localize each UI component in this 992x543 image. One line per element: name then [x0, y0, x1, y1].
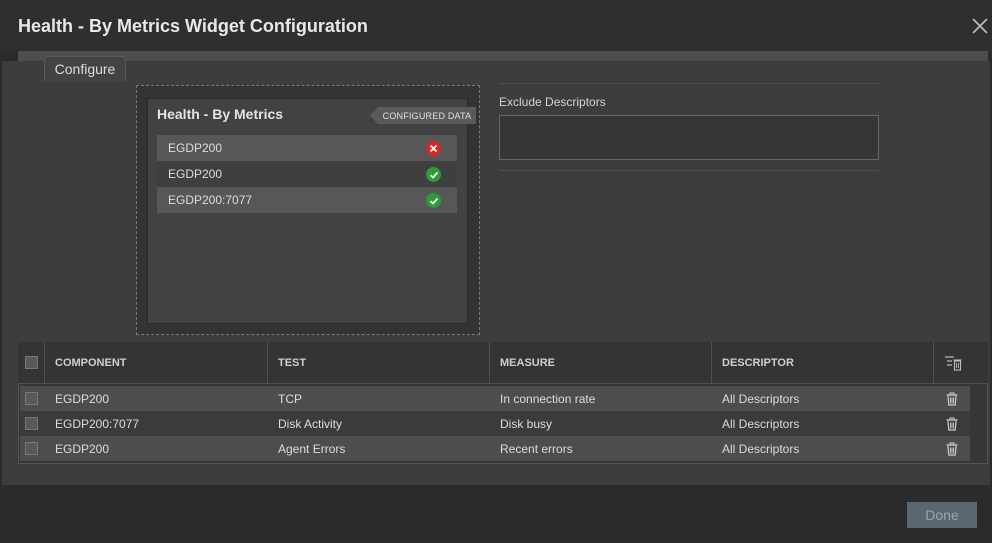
- cell-measure: Recent errors: [500, 441, 573, 456]
- cell-descriptor: All Descriptors: [722, 441, 800, 456]
- cell-test: TCP: [278, 391, 302, 406]
- exclude-descriptors-input[interactable]: [499, 115, 879, 160]
- health-row-label: EGDP200: [168, 141, 223, 155]
- health-row-label: EGDP200:7077: [168, 193, 253, 207]
- trash-icon[interactable]: [945, 417, 959, 431]
- exclude-descriptors-label: Exclude Descriptors: [499, 95, 606, 109]
- row-checkbox[interactable]: [25, 442, 38, 455]
- cell-measure: Disk busy: [500, 416, 553, 431]
- row-checkbox[interactable]: [25, 392, 38, 405]
- trash-icon[interactable]: [945, 442, 959, 456]
- divider: [499, 170, 879, 171]
- ok-status-icon: [426, 167, 441, 182]
- cell-component: EGDP200:7077: [55, 416, 140, 431]
- error-status-icon: [426, 141, 441, 156]
- tab-configure[interactable]: Configure: [44, 56, 126, 81]
- table-row: EGDP200:7077 Disk Activity Disk busy All…: [20, 411, 970, 436]
- header-strip: [18, 51, 988, 61]
- column-header-component[interactable]: COMPONENT: [44, 342, 267, 384]
- column-header-test[interactable]: TEST: [267, 342, 489, 384]
- select-all-checkbox[interactable]: [25, 356, 38, 369]
- health-row-label: EGDP200: [168, 167, 223, 181]
- cell-measure: In connection rate: [500, 391, 596, 406]
- close-icon[interactable]: [970, 16, 990, 36]
- cell-component: EGDP200: [55, 441, 110, 456]
- health-row: EGDP200: [157, 161, 457, 187]
- cell-descriptor: All Descriptors: [722, 391, 800, 406]
- configured-data-badge: CONFIGURED DATA: [370, 107, 476, 124]
- divider: [499, 83, 879, 84]
- health-row: EGDP200:7077: [157, 187, 457, 213]
- cell-test: Agent Errors: [278, 441, 346, 456]
- column-header-measure[interactable]: MEASURE: [489, 342, 711, 384]
- done-button[interactable]: Done: [907, 502, 977, 528]
- cell-test: Disk Activity: [278, 416, 343, 431]
- table-row: EGDP200 Agent Errors Recent errors All D…: [20, 436, 970, 461]
- cell-descriptor: All Descriptors: [722, 416, 800, 431]
- table-row: EGDP200 TCP In connection rate All Descr…: [20, 386, 970, 411]
- cell-component: EGDP200: [55, 391, 110, 406]
- health-row: EGDP200: [157, 135, 457, 161]
- trash-icon[interactable]: [945, 392, 959, 406]
- column-config-icon[interactable]: [944, 355, 962, 371]
- dialog-title: Health - By Metrics Widget Configuration: [18, 16, 368, 36]
- row-checkbox[interactable]: [25, 417, 38, 430]
- column-header-descriptor[interactable]: DESCRIPTOR: [711, 342, 933, 384]
- widget-title: Health - By Metrics: [157, 106, 284, 122]
- ok-status-icon: [426, 193, 441, 208]
